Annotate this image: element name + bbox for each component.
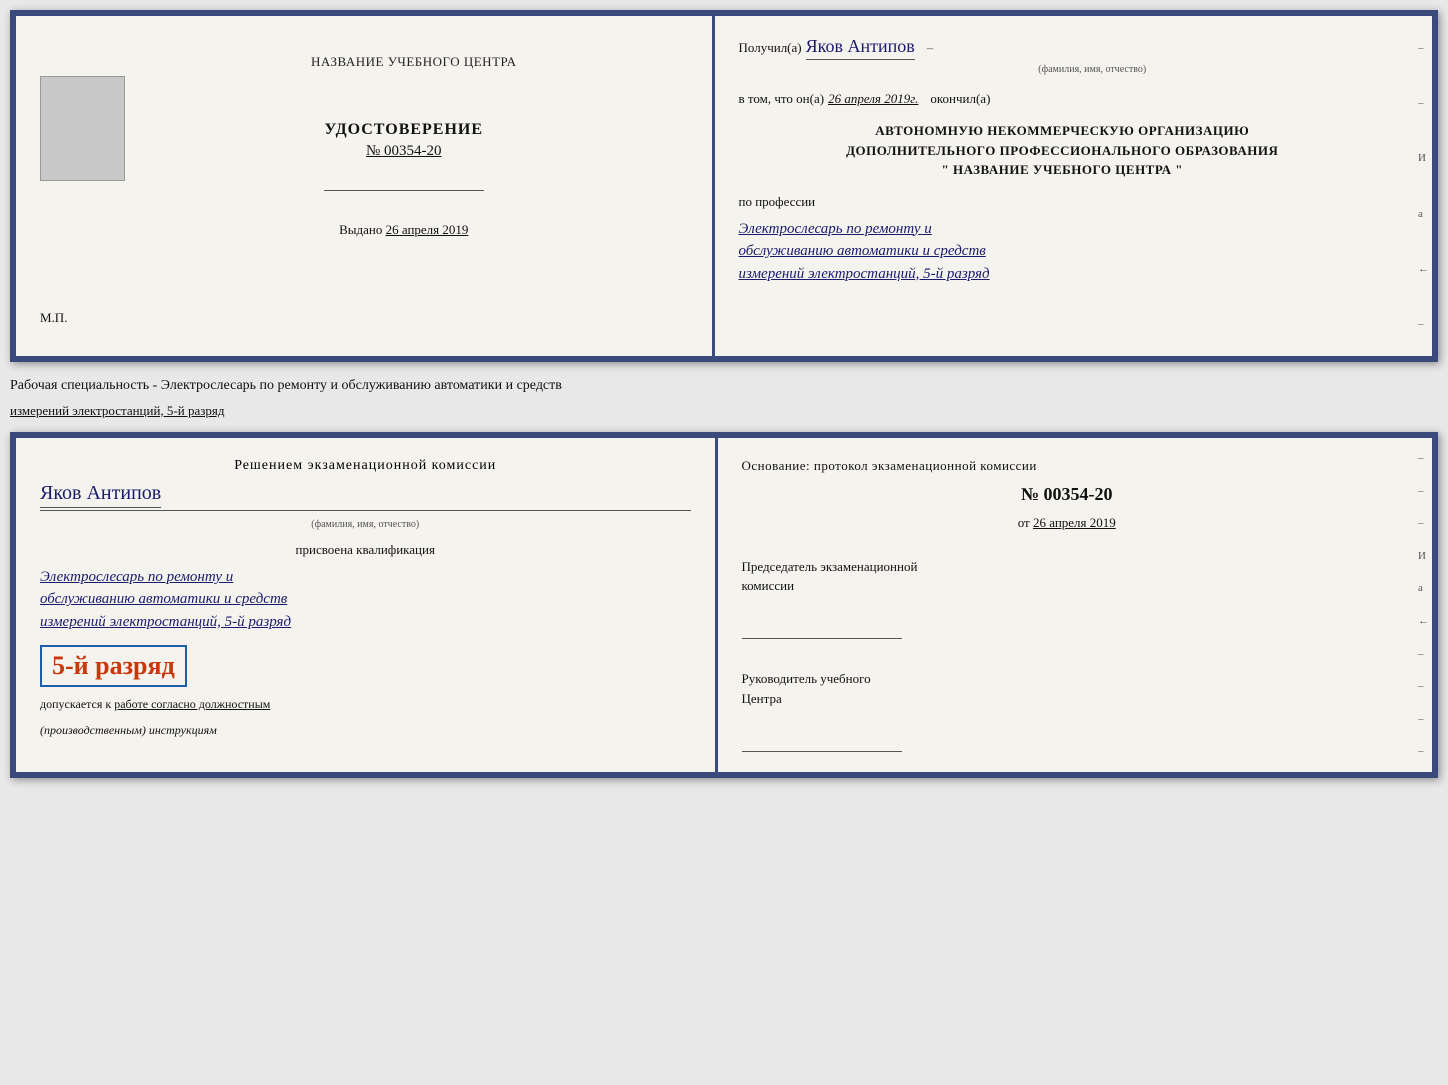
decision-title: Решением экзаменационной комиссии: [40, 458, 691, 474]
bottom-right-edge-marks: – – – И а ← – – – –: [1416, 438, 1432, 772]
director-signature-line: [742, 736, 902, 752]
basis-label: Основание: протокол экзаменационной коми…: [742, 458, 1393, 474]
org-block: АВТОНОМНУЮ НЕКОММЕРЧЕСКУЮ ОРГАНИЗАЦИЮ ДО…: [739, 121, 1387, 180]
issued-line: Выдано 26 апреля 2019: [339, 222, 468, 237]
top-right-page: Получил(а) Яков Антипов – (фамилия, имя,…: [715, 16, 1417, 356]
right-edge-marks: – – И а ← –: [1416, 16, 1432, 356]
separator-block: Рабочая специальность - Электрослесарь п…: [10, 372, 1438, 422]
separator-line2: измерений электростанций, 5-й разряд: [10, 400, 1438, 422]
bottom-right-page: Основание: протокол экзаменационной коми…: [718, 438, 1417, 772]
profession-label: по профессии: [739, 194, 1387, 210]
grade-box: 5-й разряд: [40, 645, 187, 687]
training-center-name-left: НАЗВАНИЕ УЧЕБНОГО ЦЕНТРА: [311, 54, 516, 70]
cert-number: № 00354-20: [324, 143, 484, 160]
qualification-label: присвоена квалификация: [40, 542, 691, 558]
bottom-document: Решением экзаменационной комиссии Яков А…: [10, 432, 1438, 778]
chairman-block: Председатель экзаменационной комиссии: [742, 557, 1393, 640]
protocol-date: от 26 апреля 2019: [742, 515, 1393, 531]
profession-lines: Электрослесарь по ремонту и обслуживанию…: [739, 218, 1387, 286]
top-left-page: НАЗВАНИЕ УЧЕБНОГО ЦЕНТРА УДОСТОВЕРЕНИЕ №…: [16, 16, 715, 356]
top-document: НАЗВАНИЕ УЧЕБНОГО ЦЕНТРА УДОСТОВЕРЕНИЕ №…: [10, 10, 1438, 362]
recipient-name: Яков Антипов: [806, 36, 915, 60]
photo-placeholder: [40, 76, 125, 181]
qualification-lines: Электрослесарь по ремонту и обслуживанию…: [40, 566, 691, 634]
allowed-italic: (производственным) инструкциям: [40, 721, 691, 739]
received-row: Получил(а) Яков Антипов –: [739, 36, 1387, 60]
director-block: Руководитель учебного Центра: [742, 669, 1393, 752]
certifies-row: в том, что он(а) 26 апреля 2019г. окончи…: [739, 91, 1387, 107]
person-name: Яков Антипов: [40, 482, 161, 508]
allowed-text: допускается к работе согласно должностны…: [40, 695, 691, 713]
chairman-signature-line: [742, 623, 902, 639]
bottom-left-page: Решением экзаменационной комиссии Яков А…: [16, 438, 718, 772]
cert-title: УДОСТОВЕРЕНИЕ: [324, 121, 484, 139]
mp-label: М.П.: [40, 310, 67, 326]
protocol-number: № 00354-20: [742, 484, 1393, 505]
separator-line1: Рабочая специальность - Электрослесарь п…: [10, 372, 1438, 400]
